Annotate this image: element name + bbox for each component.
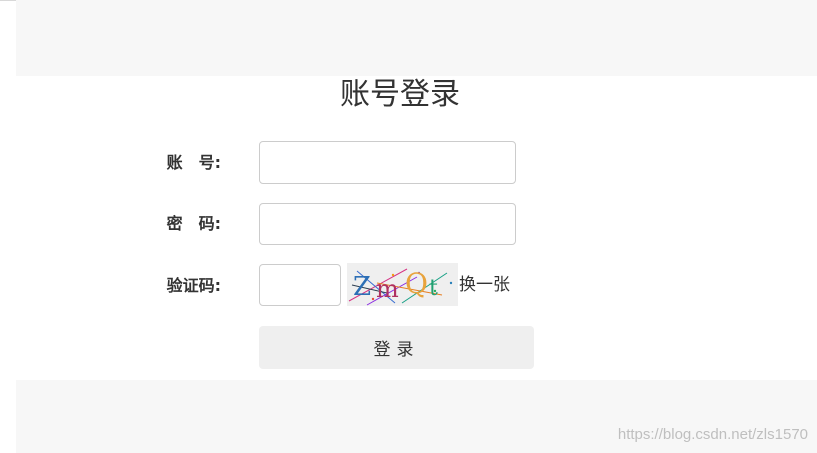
watermark-text: https://blog.csdn.net/zls1570: [617, 426, 808, 443]
username-input[interactable]: [259, 141, 516, 184]
change-captcha-link[interactable]: 换一张: [459, 274, 510, 296]
captcha-char: m: [376, 275, 399, 303]
page-header: [16, 0, 817, 76]
username-label: 账 号:: [166, 153, 221, 172]
captcha-char: t: [429, 276, 438, 301]
login-button[interactable]: 登录: [259, 326, 534, 369]
captcha-char: Z: [353, 272, 371, 302]
password-input[interactable]: [259, 203, 516, 245]
captcha-noise: Z m Q t: [348, 267, 453, 306]
captcha-input[interactable]: [259, 264, 341, 306]
password-label: 密 码:: [166, 214, 221, 233]
captcha-label: 验证码:: [166, 276, 221, 295]
page-title: 账号登录: [340, 77, 460, 112]
captcha-char: Q: [405, 267, 428, 300]
captcha-image[interactable]: Z m Q t: [347, 263, 458, 306]
